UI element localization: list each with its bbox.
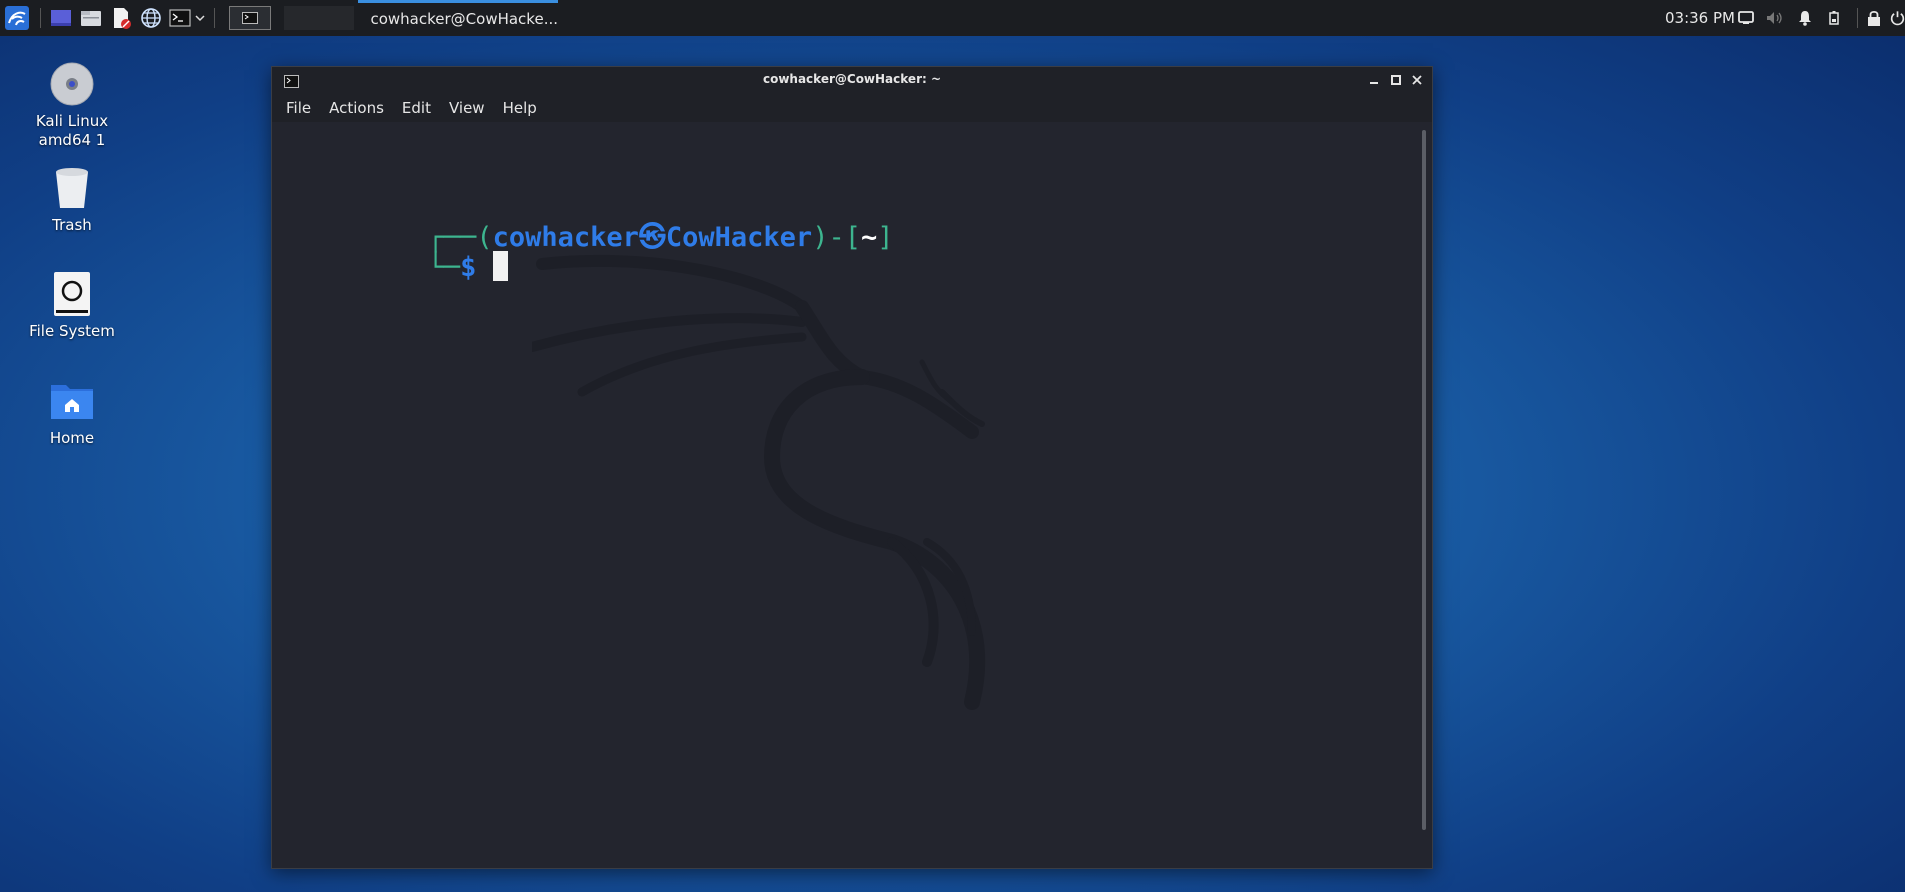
top-panel: cowhacker@CowHacke... 03:36 PM [0,0,1905,36]
minimize-button[interactable] [1365,71,1383,89]
trash-icon [56,168,88,208]
taskbar-terminal-button[interactable]: cowhacker@CowHacke... [358,0,558,32]
desktop-item-kali-disc[interactable]: Kali Linux amd64 1 [17,60,127,150]
desktop-item-home[interactable]: Home [17,377,127,448]
dropdown-icon[interactable] [193,0,207,36]
prompt-symbol: $ [460,252,477,283]
panel-separator [1857,8,1858,28]
terminal-output-area[interactable]: ┌──(cowhacker㉿CowHacker)-[~] └─$ [272,122,1432,868]
volume-icon[interactable] [1765,0,1785,36]
close-button[interactable] [1408,71,1426,89]
show-desktop-icon[interactable] [48,0,74,36]
power-icon[interactable] [1890,0,1905,36]
text-editor-icon[interactable] [108,0,134,36]
window-title: cowhacker@CowHacker: ~ [762,72,942,86]
close-icon [1412,75,1422,85]
desktop-item-trash[interactable]: Trash [17,164,127,235]
menu-edit[interactable]: Edit [402,99,431,117]
desktop-item-file-system[interactable]: File System [17,270,127,341]
menu-help[interactable]: Help [503,99,537,117]
prompt-at-symbol: ㉿ [638,222,666,253]
file-manager-icon[interactable] [78,0,104,36]
menu-actions[interactable]: Actions [329,99,384,117]
taskbar-terminal-label: cowhacker@CowHacke... [370,10,558,28]
optical-disc-icon [50,62,94,106]
prompt-line-2: └─$ [330,220,508,283]
prompt-dir: ~ [860,222,878,253]
maximize-icon [1391,75,1401,85]
prompt-host: CowHacker [665,222,813,253]
drive-icon [54,272,90,316]
terminal-window[interactable]: cowhacker@CowHacker: ~ File Actions Edit… [271,66,1433,869]
text-cursor [492,251,508,281]
desktop-item-label: Trash [52,216,92,234]
prompt-line-1: ┌──(cowhacker㉿CowHacker)-[~] [330,184,894,253]
desktop-item-label: File System [29,322,115,340]
workspace-1[interactable] [229,6,271,30]
maximize-button[interactable] [1387,71,1405,89]
lock-icon[interactable] [1864,0,1884,36]
panel-separator [40,8,41,28]
home-folder-icon [51,385,93,419]
kali-dragon-watermark [532,254,986,710]
panel-separator [214,8,215,28]
workspace-2[interactable] [284,6,354,30]
prompt-user: cowhacker [492,222,639,253]
display-icon[interactable] [1736,0,1756,36]
menu-bar: File Actions Edit View Help [272,94,1432,122]
window-titlebar[interactable]: cowhacker@CowHacker: ~ [272,67,1432,94]
minimize-icon [1370,82,1378,84]
prompt-frame-bottom: └─ [427,252,461,283]
web-browser-icon[interactable] [138,0,164,36]
scrollbar[interactable] [1422,130,1426,830]
menu-file[interactable]: File [286,99,311,117]
desktop-item-label: Home [49,429,95,447]
battery-icon[interactable] [1826,0,1842,36]
prompt-frame-mid: )-[ [812,222,861,253]
desktop-item-label: Kali Linux amd64 1 [35,112,109,149]
notifications-icon[interactable] [1795,0,1815,36]
kali-menu-icon[interactable] [2,0,32,36]
terminal-icon[interactable] [167,0,193,36]
prompt-frame-end: ] [877,222,894,253]
clock[interactable]: 03:36 PM [1665,0,1735,36]
menu-view[interactable]: View [449,99,485,117]
